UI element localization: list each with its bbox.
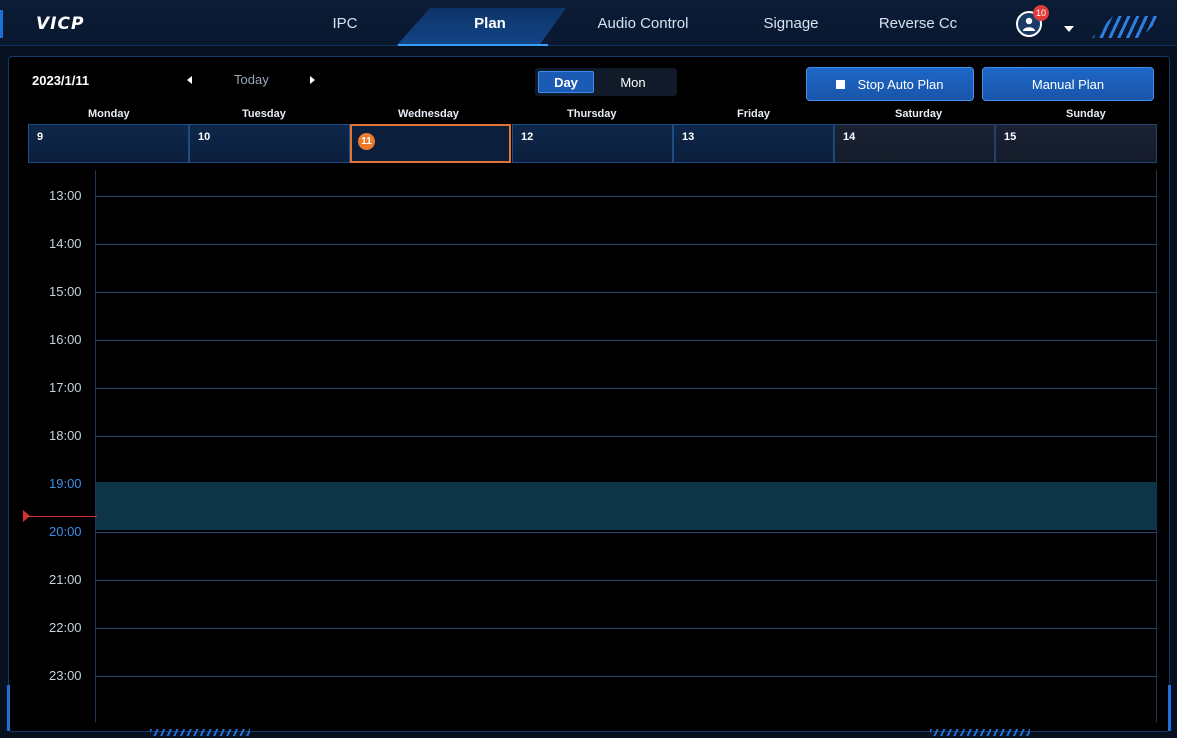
hour-slot-20[interactable]: 20:00 — [27, 524, 1157, 580]
top-navigation-bar: VICP IPC Plan Audio Control Signage Reve… — [0, 0, 1177, 46]
tab-audio-control[interactable]: Audio Control — [578, 0, 708, 46]
hour-label: 13:00 — [49, 188, 82, 203]
hour-label: 19:00 — [49, 476, 82, 491]
hour-gridline — [95, 676, 1157, 677]
stop-auto-plan-button[interactable]: Stop Auto Plan — [806, 67, 974, 101]
current-date-label: 2023/1/11 — [32, 73, 90, 88]
hour-slot-16[interactable]: 16:00 — [27, 332, 1157, 388]
hour-label: 22:00 — [49, 620, 82, 635]
weekday-wednesday: Wednesday — [398, 108, 459, 120]
hour-gridline — [95, 244, 1157, 245]
day-cell-monday[interactable]: 9 — [28, 124, 189, 163]
day-number: 14 — [843, 131, 856, 143]
today-button[interactable]: Today — [234, 72, 269, 87]
day-cell-friday[interactable]: 13 — [673, 124, 834, 163]
day-cell-thursday[interactable]: 12 — [512, 124, 673, 163]
hour-slot-18[interactable]: 18:00 — [27, 428, 1157, 484]
tab-plan[interactable]: Plan — [450, 0, 530, 46]
panel-edge-accent-left — [7, 685, 10, 731]
hour-slot-21[interactable]: 21:00 — [27, 572, 1157, 628]
decorative-stripes-bottom-right — [930, 729, 1030, 736]
view-month-button[interactable]: Mon — [605, 71, 661, 93]
top-bar-edge-accent — [0, 10, 3, 38]
notification-badge: 10 — [1033, 5, 1050, 21]
hour-gridline — [95, 628, 1157, 629]
hour-label: 17:00 — [49, 380, 82, 395]
hour-label: 20:00 — [49, 524, 82, 539]
hour-gridline — [95, 580, 1157, 581]
today-day-number: 11 — [358, 133, 375, 150]
weekday-tuesday: Tuesday — [242, 108, 286, 120]
hour-slot-13[interactable]: 13:00 — [27, 188, 1157, 244]
day-cell-saturday[interactable]: 14 — [834, 124, 995, 163]
panel-edge-accent-right — [1168, 685, 1171, 731]
day-cell-wednesday-today[interactable]: 11 — [350, 124, 511, 163]
day-number: 9 — [37, 131, 44, 143]
day-number: 10 — [198, 131, 211, 143]
hour-label: 16:00 — [49, 332, 82, 347]
hour-label: 15:00 — [49, 284, 82, 299]
weekday-saturday: Saturday — [895, 108, 943, 120]
day-number: 12 — [521, 131, 534, 143]
hour-label: 23:00 — [49, 668, 82, 683]
app-logo: VICP — [36, 14, 85, 34]
day-cell-tuesday[interactable]: 10 — [189, 124, 350, 163]
hour-gridline — [95, 532, 1157, 533]
hour-gridline — [95, 388, 1157, 389]
caret-right-icon[interactable] — [310, 76, 315, 84]
decorative-stripes-bottom-left — [150, 729, 250, 736]
hour-label: 14:00 — [49, 236, 82, 251]
day-timeline[interactable]: 13:00 14:00 15:00 16:00 17:00 18:00 19:0… — [23, 170, 1157, 724]
hour-slot-19-current[interactable]: 19:00 — [27, 476, 1157, 532]
hour-slot-23[interactable]: 23:00 — [27, 668, 1157, 724]
hour-slot-14[interactable]: 14:00 — [27, 236, 1157, 292]
tab-ipc[interactable]: IPC — [305, 0, 385, 46]
hour-label: 18:00 — [49, 428, 82, 443]
weekday-monday: Monday — [88, 108, 130, 120]
stop-icon — [836, 79, 846, 89]
hour-label: 21:00 — [49, 572, 82, 587]
decorative-stripes — [1092, 16, 1162, 38]
manual-plan-button[interactable]: Manual Plan — [982, 67, 1154, 101]
view-mode-toggle: Day Mon — [535, 68, 677, 96]
hour-slot-17[interactable]: 17:00 — [27, 380, 1157, 436]
weekday-thursday: Thursday — [567, 108, 617, 120]
stop-auto-plan-label: Stop Auto Plan — [857, 76, 944, 92]
caret-down-icon[interactable] — [1064, 26, 1074, 32]
day-number: 15 — [1004, 131, 1017, 143]
hour-gridline — [95, 340, 1157, 341]
current-time-line — [27, 516, 97, 517]
hour-gridline — [95, 292, 1157, 293]
view-day-button[interactable]: Day — [538, 71, 594, 93]
current-time-marker-icon — [23, 510, 30, 522]
caret-left-icon[interactable] — [187, 76, 192, 84]
hour-slot-15[interactable]: 15:00 — [27, 284, 1157, 340]
weekday-sunday: Sunday — [1066, 108, 1106, 120]
hour-gridline — [95, 196, 1157, 197]
tab-signage[interactable]: Signage — [746, 0, 836, 46]
tab-reverse-cc[interactable]: Reverse Cc — [868, 0, 968, 46]
hour-gridline — [95, 436, 1157, 437]
hour-slot-22[interactable]: 22:00 — [27, 620, 1157, 676]
day-cell-sunday[interactable]: 15 — [995, 124, 1157, 163]
weekday-friday: Friday — [737, 108, 771, 120]
day-number: 13 — [682, 131, 695, 143]
